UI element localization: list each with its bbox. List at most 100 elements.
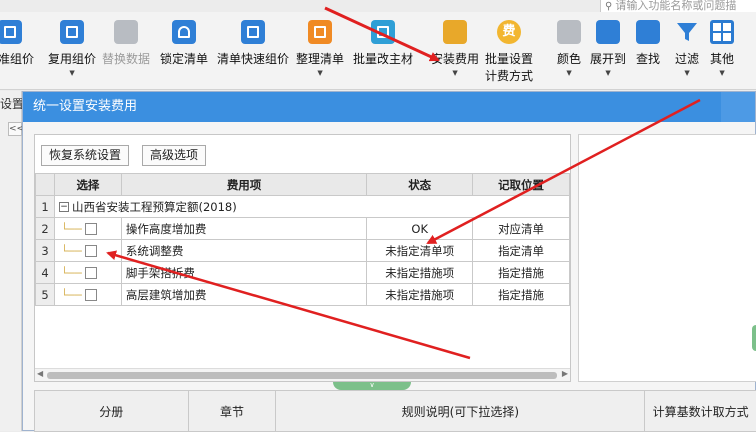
- status-cell: 未指定措施项: [366, 261, 474, 284]
- rule-description-column-header: 规则说明(可下拉选择): [276, 391, 646, 431]
- organize-list-button[interactable]: 整理清单 ▼: [296, 20, 344, 77]
- chevron-down-icon: ▼: [69, 69, 75, 77]
- chevron-down-icon: ▼: [566, 69, 572, 77]
- row-checkbox[interactable]: [85, 267, 98, 279]
- install-fee-icon: [443, 20, 467, 44]
- dialog-title: 统一设置安装费用: [23, 92, 755, 122]
- table-row[interactable]: 1 − 山西省安装工程预算定额(2018): [35, 195, 571, 218]
- lock-list-button[interactable]: 锁定清单: [160, 20, 208, 67]
- expand-icon: [596, 20, 620, 44]
- organize-list-icon: [308, 20, 332, 44]
- standard-price-label: 标准组价: [0, 52, 35, 66]
- fee-table: 选择 费用项 状态 记取位置 1 − 山西省安装工程预算定额(2018) 2 └─…: [35, 173, 571, 306]
- collapse-tree-icon[interactable]: −: [58, 202, 69, 212]
- organize-list-label: 整理清单: [296, 52, 345, 66]
- quick-price-button[interactable]: 清单快速组价: [217, 20, 289, 67]
- install-fee-dialog: 统一设置安装费用 恢复系统设置 高级选项 选择 费用项 状态 记取位置 1 − 山…: [22, 91, 756, 432]
- restore-system-settings-button[interactable]: 恢复系统设置: [41, 145, 130, 166]
- filter-label: 过滤: [675, 52, 700, 66]
- table-row[interactable]: 3 └── 系统调整费 未指定清单项 指定清单: [35, 239, 570, 262]
- calc-base-column-header: 计算基数计取方式: [652, 405, 749, 419]
- location-column-header: 记取位置: [472, 173, 570, 196]
- row-checkbox[interactable]: [85, 289, 98, 301]
- scroll-right-icon[interactable]: ▶: [562, 369, 568, 378]
- reuse-price-icon: [60, 20, 84, 44]
- tree-line: └──: [60, 221, 82, 236]
- splitter-handle[interactable]: ∨: [333, 382, 411, 390]
- left-side-strip: [0, 91, 22, 431]
- color-bucket-icon: [557, 20, 581, 44]
- collapse-button[interactable]: <<: [8, 122, 24, 136]
- fee-icon: 费: [497, 20, 521, 44]
- search-placeholder: 请输入功能名称或问题描: [615, 0, 737, 12]
- color-button[interactable]: 颜色 ▼: [557, 20, 581, 77]
- scroll-left-icon[interactable]: ◀: [37, 369, 43, 378]
- advanced-options-button[interactable]: 高级选项: [142, 145, 207, 166]
- more-button[interactable]: 其他 ▼: [710, 20, 734, 77]
- more-label: 其他: [710, 52, 735, 66]
- batch-fee-method-label-1: 批量设置: [485, 52, 534, 66]
- row-checkbox[interactable]: [85, 245, 98, 257]
- status-cell: OK: [366, 217, 474, 240]
- fee-item-cell: 系统调整费: [120, 239, 368, 262]
- batch-material-label: 批量改主材: [353, 52, 414, 66]
- chevron-down-icon: ▼: [684, 69, 690, 77]
- status-cell: 未指定措施项: [366, 283, 474, 306]
- status-column-header: 状态: [366, 173, 474, 196]
- right-edge-tab[interactable]: [752, 325, 756, 351]
- horizontal-scrollbar[interactable]: ◀ ▶: [35, 368, 570, 381]
- expand-to-button[interactable]: 展开到 ▼: [590, 20, 626, 77]
- search-icon: ⚲: [605, 1, 613, 12]
- batch-fee-method-button[interactable]: 费 批量设置 计费方式: [485, 20, 533, 84]
- dialog-title-right: [721, 92, 755, 122]
- table-row[interactable]: 2 └── 操作高度增加费 OK 对应清单: [35, 217, 570, 240]
- find-label: 查找: [636, 52, 661, 66]
- ribbon-toolbar: 标准组价 复用组价 ▼ 替换数据 锁定清单 清单快速组价 整理清单 ▼ 批量改主…: [0, 12, 756, 90]
- binoculars-icon: [636, 20, 660, 44]
- replace-data-label: 替换数据: [102, 52, 151, 66]
- lock-icon: [172, 20, 196, 44]
- fee-item-cell: 操作高度增加费: [120, 217, 368, 240]
- select-column-header: 选择: [53, 173, 122, 196]
- quick-price-label: 清单快速组价: [217, 52, 290, 66]
- quick-price-icon: [241, 20, 265, 44]
- table-row[interactable]: 5 └── 高层建筑增加费 未指定措施项 指定措施: [35, 283, 570, 306]
- group-cell: − 山西省安装工程预算定额(2018): [53, 195, 571, 218]
- fee-item-panel: 恢复系统设置 高级选项 选择 费用项 状态 记取位置 1 − 山西省安装工程预算定…: [34, 134, 571, 382]
- more-grid-icon: [710, 20, 734, 44]
- install-fee-button[interactable]: 安装费用 ▼: [431, 20, 479, 77]
- row-number: 2: [35, 217, 55, 240]
- chevron-down-icon: ▼: [317, 69, 323, 77]
- detail-panel: [578, 134, 756, 382]
- group-name: 山西省安装工程预算定额(2018): [71, 199, 237, 214]
- find-button[interactable]: 查找: [636, 20, 660, 67]
- select-cell: └──: [53, 283, 122, 306]
- table-row[interactable]: 4 └── 脚手架搭拆费 未指定措施项 指定措施: [35, 261, 570, 284]
- expand-to-label: 展开到: [590, 52, 627, 66]
- location-cell[interactable]: 指定措施: [472, 261, 570, 284]
- lock-list-label: 锁定清单: [160, 52, 209, 66]
- settings-tab-label[interactable]: 设置: [0, 95, 24, 112]
- select-cell: └──: [53, 217, 122, 240]
- status-cell: 未指定清单项: [366, 239, 474, 262]
- replace-data-button[interactable]: 替换数据: [102, 20, 150, 67]
- chapter-column-header: 章节: [189, 391, 277, 431]
- fee-item-cell: 脚手架搭拆费: [120, 261, 368, 284]
- batch-fee-method-label-2: 计费方式: [485, 69, 534, 83]
- select-cell: └──: [53, 261, 122, 284]
- filter-button[interactable]: 过滤 ▼: [675, 20, 699, 77]
- scrollbar-thumb[interactable]: [47, 372, 557, 379]
- row-checkbox[interactable]: [85, 223, 98, 235]
- location-cell[interactable]: 指定措施: [472, 283, 570, 306]
- rules-table-header: 分册 章节 规则说明(可下拉选择) 计算基数计取方式: [34, 390, 756, 432]
- location-cell[interactable]: 指定清单: [472, 239, 570, 262]
- grid-price-icon: [0, 20, 22, 44]
- location-cell[interactable]: 对应清单: [472, 217, 570, 240]
- color-label: 颜色: [557, 52, 582, 66]
- fee-item-cell: 高层建筑增加费: [120, 283, 368, 306]
- reuse-price-button[interactable]: 复用组价 ▼: [48, 20, 96, 77]
- batch-material-icon: [371, 20, 395, 44]
- batch-material-button[interactable]: 批量改主材: [353, 20, 413, 67]
- replace-data-icon: [114, 20, 138, 44]
- standard-price-button[interactable]: 标准组价: [0, 20, 34, 67]
